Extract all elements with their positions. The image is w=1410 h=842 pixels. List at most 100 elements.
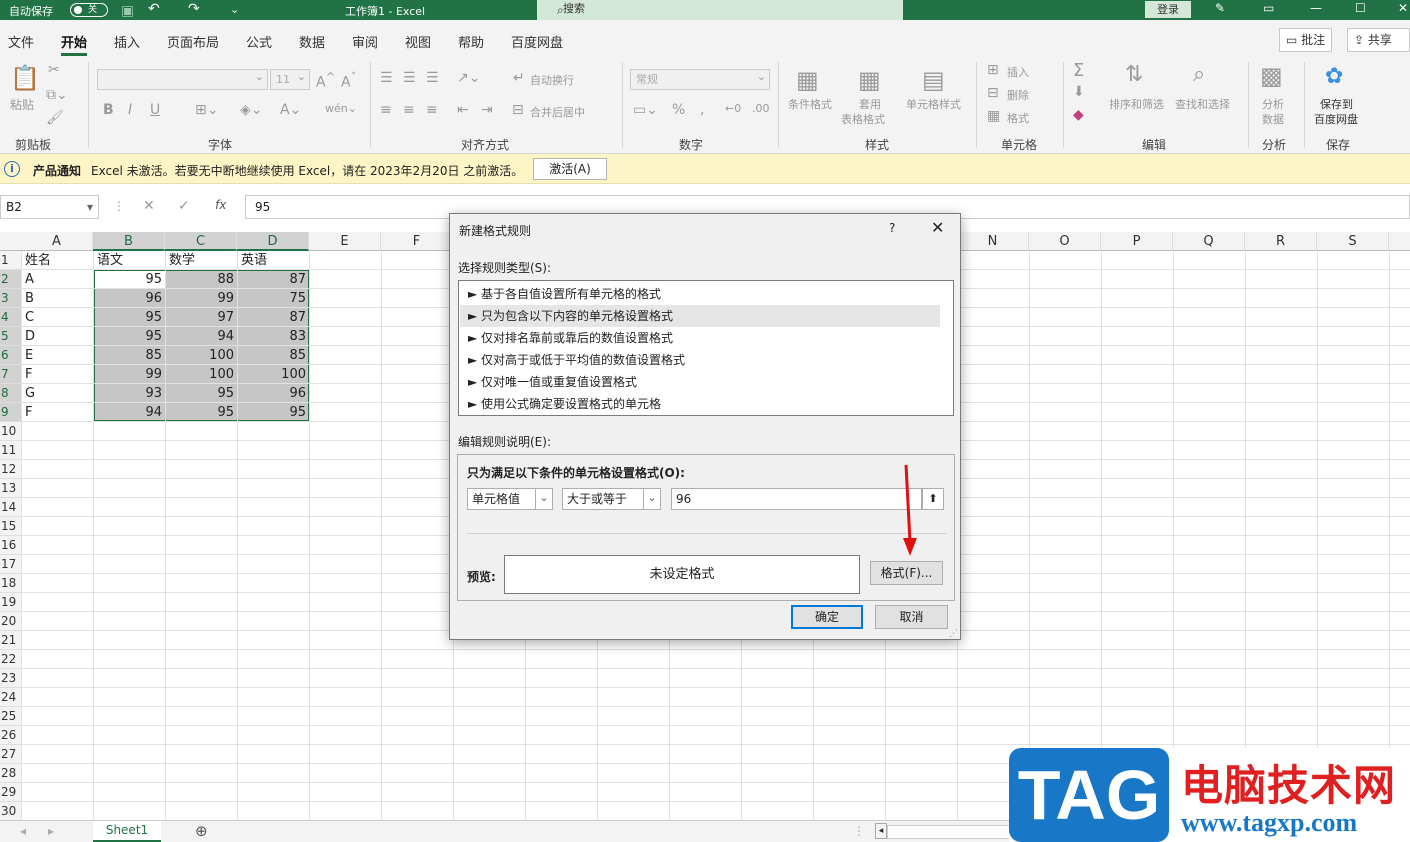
undo-icon[interactable]: ↶: [148, 1, 160, 17]
ok-button[interactable]: 确定: [791, 605, 863, 629]
autosum-icon[interactable]: Σ: [1073, 60, 1084, 81]
tab-file[interactable]: 文件: [8, 32, 34, 51]
column-header-cell[interactable]: E: [309, 232, 381, 251]
fill-color-icon[interactable]: ◈⌄: [240, 102, 263, 118]
operator-dropdown[interactable]: 大于或等于 ⌄: [562, 488, 661, 510]
table-cell[interactable]: D: [22, 327, 93, 346]
autosave-toggle[interactable]: 关: [70, 3, 108, 17]
rule-type-item[interactable]: ► 仅对排名靠前或靠后的数值设置格式: [460, 327, 940, 349]
save-baidu-label2[interactable]: 百度网盘: [1314, 111, 1358, 127]
conditional-format-icon[interactable]: ▦: [796, 66, 819, 94]
column-header-cell[interactable]: Q: [1173, 232, 1245, 251]
align-right-icon[interactable]: ≡: [426, 102, 438, 118]
rule-type-item[interactable]: ► 只为包含以下内容的单元格设置格式: [460, 305, 940, 327]
pen-icon[interactable]: ✎: [1215, 1, 1225, 15]
format-as-table-icon[interactable]: ▦: [858, 66, 881, 94]
table-cell[interactable]: F: [22, 403, 93, 422]
insert-cells-label[interactable]: 插入: [1007, 64, 1029, 80]
tab-baidu[interactable]: 百度网盘: [511, 32, 563, 51]
column-header-cell[interactable]: N: [957, 232, 1029, 251]
horizontal-scrollbar[interactable]: [887, 825, 1017, 839]
cell-styles-label[interactable]: 单元格样式: [906, 96, 961, 112]
paste-label[interactable]: 粘贴: [10, 96, 34, 113]
row-header[interactable]: 13: [0, 479, 21, 498]
row-header[interactable]: 25: [0, 707, 21, 726]
column-header-cell[interactable]: B: [93, 232, 165, 251]
font-color-icon[interactable]: A⌄: [280, 102, 301, 118]
orientation-icon[interactable]: ↗⌄: [457, 70, 480, 86]
row-header[interactable]: 4: [0, 308, 21, 327]
row-header[interactable]: 12: [0, 460, 21, 479]
resize-grip-icon[interactable]: ⋰: [949, 629, 958, 639]
table-cell[interactable]: A: [22, 270, 93, 289]
underline-icon[interactable]: U: [150, 102, 160, 118]
tab-split-icon[interactable]: ⋮: [853, 824, 865, 838]
table-cell[interactable]: 姓名: [22, 251, 93, 270]
cancel-entry-icon[interactable]: ✕: [143, 198, 155, 214]
prev-sheet-icon[interactable]: ◂: [20, 824, 26, 838]
format-cells-icon[interactable]: ▦: [987, 108, 1000, 124]
name-box[interactable]: B2: [0, 195, 99, 219]
row-header[interactable]: 16: [0, 536, 21, 555]
tab-page-layout[interactable]: 页面布局: [167, 32, 219, 51]
format-painter-icon[interactable]: 🖌: [46, 110, 64, 126]
insert-function-icon[interactable]: fx: [215, 198, 226, 212]
table-cell[interactable]: F: [22, 365, 93, 384]
row-header[interactable]: 18: [0, 574, 21, 593]
row-header[interactable]: 5: [0, 327, 21, 346]
confirm-entry-icon[interactable]: ✓: [178, 198, 190, 214]
tab-insert[interactable]: 插入: [114, 32, 140, 51]
row-header[interactable]: 17: [0, 555, 21, 574]
format-button[interactable]: 格式(F)...: [870, 561, 943, 585]
add-sheet-icon[interactable]: ⊕: [195, 822, 208, 840]
cut-icon[interactable]: ✂: [48, 62, 60, 78]
number-format-combo[interactable]: 常规: [630, 67, 770, 90]
next-sheet-icon[interactable]: ▸: [48, 824, 54, 838]
row-header[interactable]: 7: [0, 365, 21, 384]
column-header-cell[interactable]: P: [1101, 232, 1173, 251]
format-as-table-label[interactable]: 套用: [859, 96, 881, 112]
rule-type-item[interactable]: ► 基于各自值设置所有单元格的格式: [460, 283, 940, 305]
sheet-tab-sheet1[interactable]: Sheet1: [93, 821, 161, 842]
login-button[interactable]: 登录: [1145, 1, 1191, 18]
help-icon[interactable]: ?: [889, 221, 895, 235]
row-header[interactable]: 6: [0, 346, 21, 365]
row-header[interactable]: 19: [0, 593, 21, 612]
merge-icon[interactable]: ⊟: [512, 102, 524, 118]
increase-indent-icon[interactable]: ⇥: [481, 102, 493, 118]
table-cell[interactable]: B: [22, 289, 93, 308]
close-window-icon[interactable]: ✕: [1398, 1, 1408, 15]
increase-font-icon[interactable]: A^: [316, 70, 335, 91]
analyze-label2[interactable]: 数据: [1262, 111, 1284, 127]
decrease-decimal-icon[interactable]: .00: [752, 102, 770, 115]
column-header-cell[interactable]: R: [1245, 232, 1317, 251]
search-box[interactable]: ⌕ 搜索: [537, 0, 903, 20]
analyze-label[interactable]: 分析: [1262, 96, 1284, 112]
fill-icon[interactable]: ⬇: [1073, 84, 1085, 100]
comment-button[interactable]: ▭ 批注: [1279, 28, 1333, 52]
column-header-cell[interactable]: D: [237, 232, 309, 251]
bold-icon[interactable]: B: [103, 102, 114, 118]
scroll-left-icon[interactable]: ◂: [875, 823, 887, 839]
rule-type-item[interactable]: ► 仅对高于或低于平均值的数值设置格式: [460, 349, 940, 371]
dialog-close-icon[interactable]: ✕: [931, 218, 944, 237]
insert-cells-icon[interactable]: ⊞: [987, 62, 999, 78]
tab-formulas[interactable]: 公式: [246, 32, 272, 51]
redo-icon[interactable]: ↷: [188, 1, 200, 17]
customize-icon[interactable]: ⌄: [230, 3, 239, 16]
sort-filter-icon[interactable]: ⇅: [1125, 62, 1143, 87]
table-cell[interactable]: 英语: [238, 251, 309, 270]
row-header[interactable]: 24: [0, 688, 21, 707]
align-middle-icon[interactable]: ☰: [403, 70, 416, 86]
comma-icon[interactable]: ,: [700, 102, 704, 118]
row-header[interactable]: 28: [0, 764, 21, 783]
column-header-cell[interactable]: C: [165, 232, 237, 251]
row-header[interactable]: 21: [0, 631, 21, 650]
percent-icon[interactable]: %: [672, 102, 685, 118]
clear-icon[interactable]: ◆: [1073, 107, 1084, 123]
row-header[interactable]: 15: [0, 517, 21, 536]
format-as-table-label2[interactable]: 表格格式: [841, 111, 885, 127]
row-header[interactable]: 22: [0, 650, 21, 669]
row-header[interactable]: 2: [0, 270, 21, 289]
save-baidu-label[interactable]: 保存到: [1320, 96, 1353, 112]
